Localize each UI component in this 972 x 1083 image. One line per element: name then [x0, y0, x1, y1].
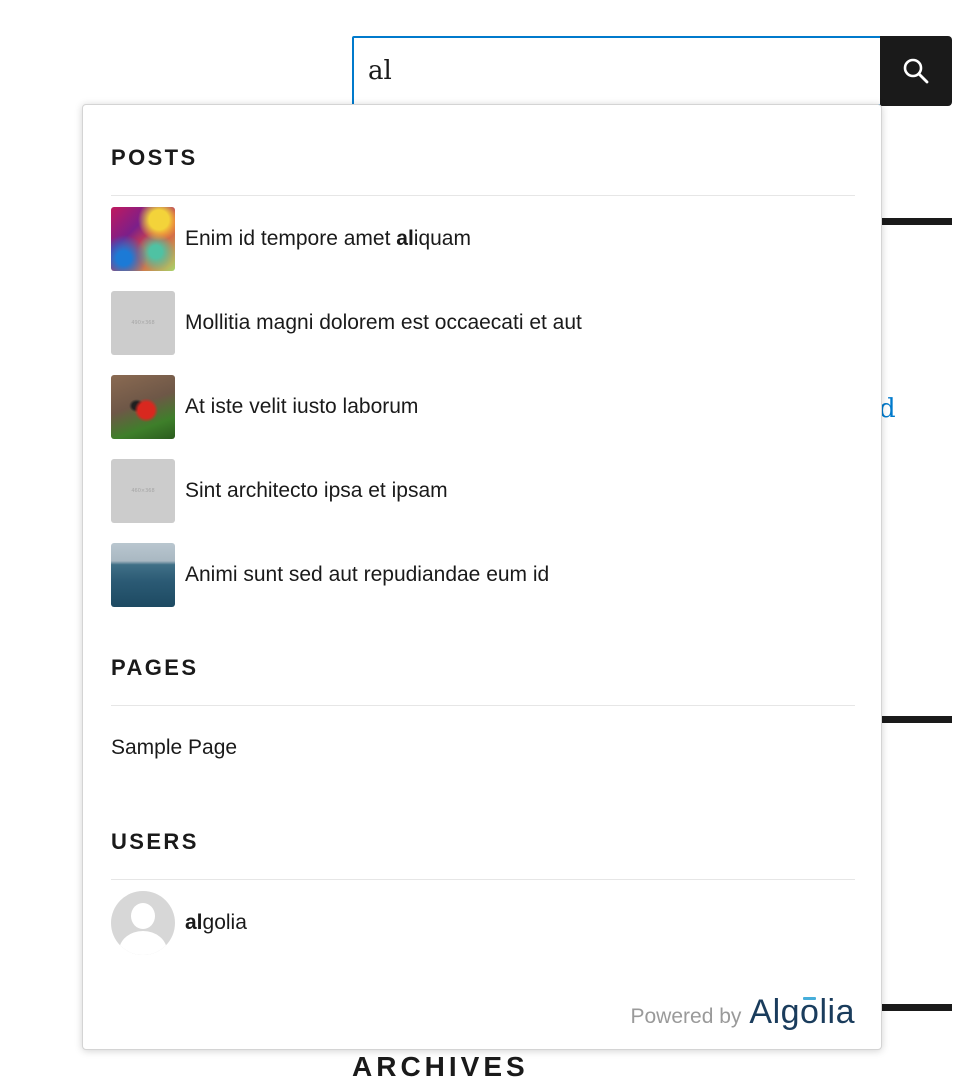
match-highlight: al: [396, 227, 414, 250]
post-thumbnail: [111, 543, 175, 607]
powered-by-label: Powered by: [630, 1005, 742, 1028]
page-suggestion[interactable]: Sample Page: [111, 736, 237, 760]
post-suggestion[interactable]: At iste velit iusto laborum: [111, 374, 855, 440]
post-thumbnail: [111, 375, 175, 439]
algolia-logo: Algolia: [749, 993, 855, 1031]
search-input[interactable]: [352, 36, 882, 106]
post-thumbnail-placeholder: 490×368: [111, 291, 175, 355]
post-title: Mollitia magni dolorem est occaecati et …: [185, 311, 582, 334]
users-section-header: USERS: [111, 829, 199, 854]
default-avatar-icon: [111, 891, 175, 955]
post-suggestion[interactable]: 460×368 Sint architecto ipsa et ipsam: [111, 458, 855, 524]
search-icon: [903, 58, 929, 84]
post-title: At iste velit iusto laborum: [185, 395, 419, 418]
autocomplete-dropdown: POSTS Enim id tempore amet aliquam 490×3…: [82, 104, 882, 1050]
background-rule: [880, 1004, 952, 1011]
background-rule: [880, 716, 952, 723]
section-divider: [111, 195, 855, 196]
post-suggestion[interactable]: Animi sunt sed aut repudiandae eum id: [111, 542, 855, 608]
posts-section-header: POSTS: [111, 145, 198, 170]
post-title: Sint architecto ipsa et ipsam: [185, 479, 448, 502]
powered-by-algolia[interactable]: Powered by Algolia: [631, 993, 856, 1032]
post-title: Animi sunt sed aut repudiandae eum id: [185, 563, 550, 586]
background-rule: [880, 218, 952, 225]
match-highlight: al: [185, 911, 203, 934]
section-divider: [111, 705, 855, 706]
pages-section-header: PAGES: [111, 655, 199, 680]
user-suggestion[interactable]: algolia: [111, 890, 855, 956]
post-suggestion[interactable]: 490×368 Mollitia magni dolorem est occae…: [111, 290, 855, 356]
background-archives-heading: ARCHIVES: [352, 1051, 529, 1082]
section-divider: [111, 879, 855, 880]
post-thumbnail-placeholder: 460×368: [111, 459, 175, 523]
search-button[interactable]: [880, 36, 952, 106]
post-title: Enim id tempore amet aliquam: [185, 227, 471, 250]
post-suggestion[interactable]: Enim id tempore amet aliquam: [111, 206, 855, 272]
user-name: algolia: [185, 911, 247, 934]
post-thumbnail: [111, 207, 175, 271]
